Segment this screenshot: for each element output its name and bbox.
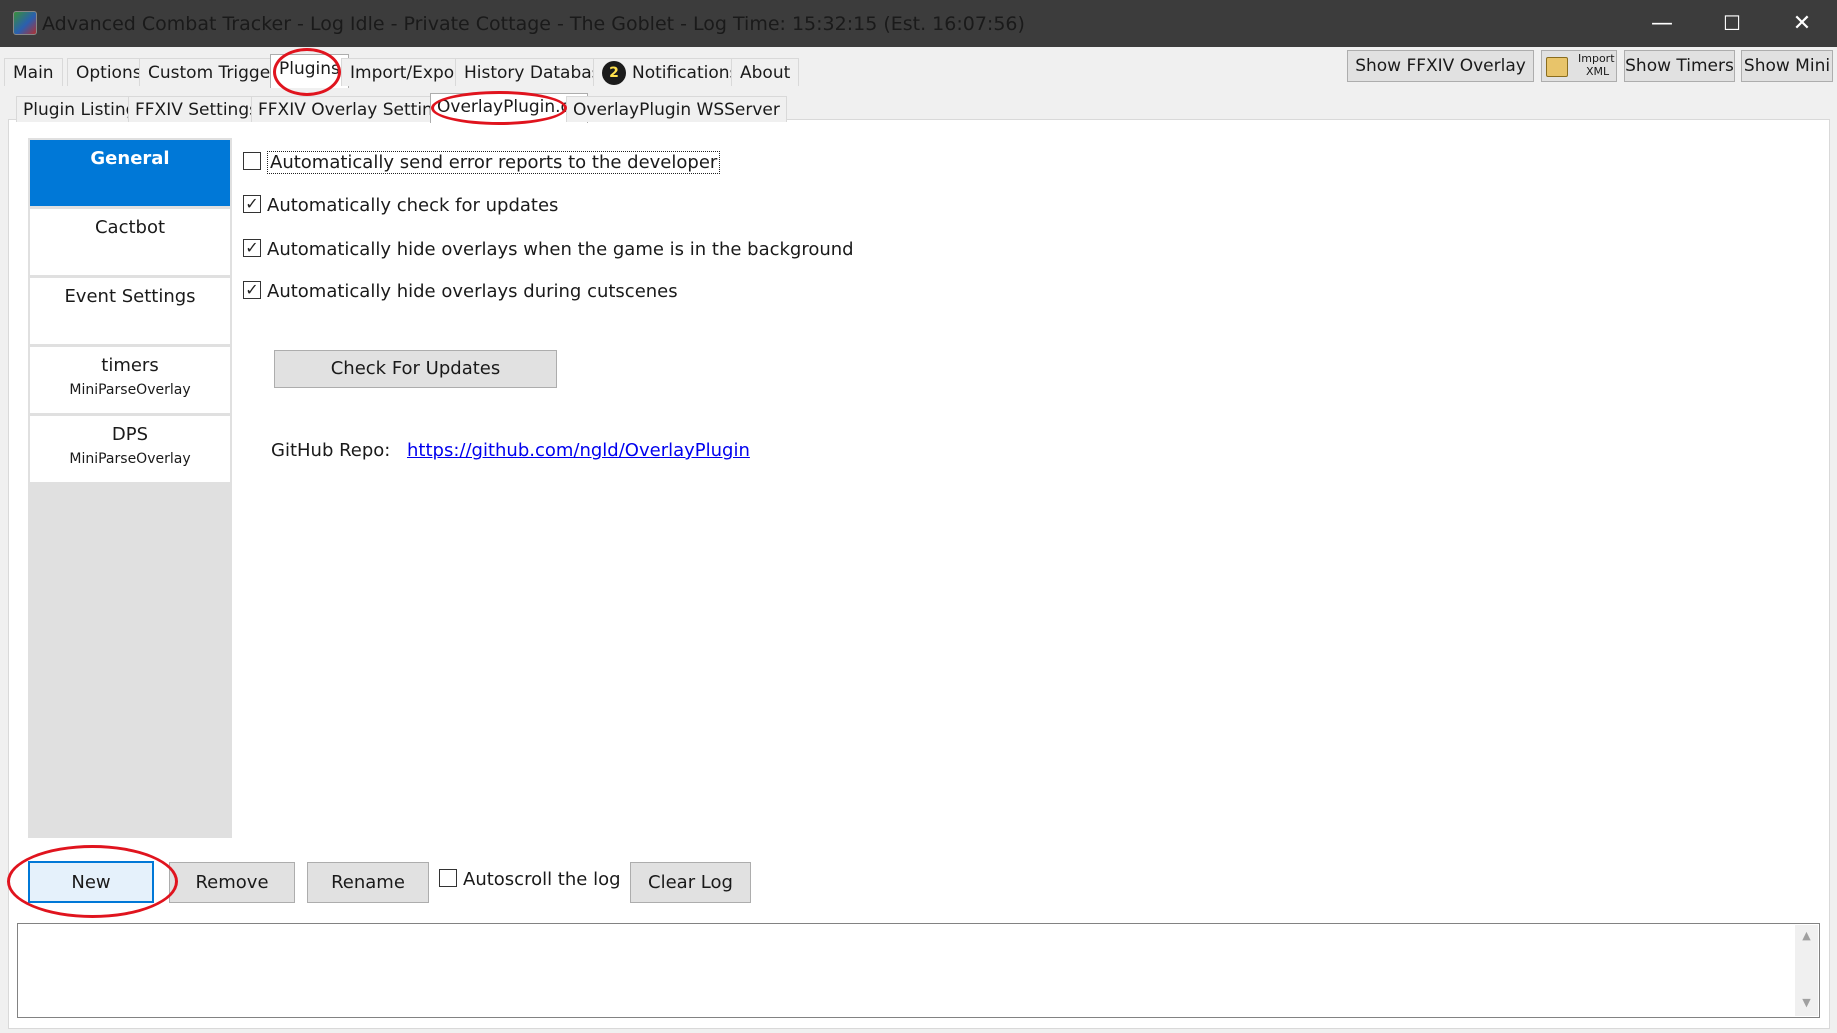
tab-about[interactable]: About <box>731 58 800 86</box>
error-reports-checkbox[interactable] <box>243 152 261 170</box>
hide-cutscenes-label: Automatically hide overlays during cutsc… <box>267 281 678 302</box>
tab-notifications-label: Notifications <box>632 63 739 83</box>
annotation-ring-new <box>7 845 178 918</box>
check-for-updates-button[interactable]: Check For Updates <box>274 350 557 388</box>
overlay-item-type: MiniParseOverlay <box>69 451 191 467</box>
overlay-item-event-settings[interactable]: Event Settings <box>30 278 230 344</box>
check-updates-checkbox[interactable]: ✓ <box>243 195 261 213</box>
hide-cutscenes-option[interactable]: ✓ Automatically hide overlays during cuts… <box>243 279 678 305</box>
check-updates-option[interactable]: ✓ Automatically check for updates <box>243 193 558 219</box>
app-icon <box>13 11 37 35</box>
overlay-item-dps[interactable]: DPS MiniParseOverlay <box>30 416 230 482</box>
maximize-icon[interactable]: ☐ <box>1697 0 1767 47</box>
overlay-item-timers[interactable]: timers MiniParseOverlay <box>30 347 230 413</box>
minimize-icon[interactable]: — <box>1627 0 1697 47</box>
show-ffxiv-overlay-button[interactable]: Show FFXIV Overlay <box>1347 50 1534 82</box>
overlay-item-cactbot[interactable]: Cactbot <box>30 209 230 275</box>
clipboard-icon <box>1546 57 1568 77</box>
rename-overlay-button[interactable]: Rename <box>307 862 429 903</box>
tab-notifications[interactable]: 2 Notifications <box>593 58 748 86</box>
github-repo-link[interactable]: https://github.com/ngld/OverlayPlugin <box>407 438 750 464</box>
tab-overlayplugin-wsserver[interactable]: OverlayPlugin WSServer <box>566 96 787 122</box>
autoscroll-option[interactable]: Autoscroll the log <box>439 867 621 893</box>
log-textarea[interactable] <box>17 923 1820 1018</box>
autoscroll-label: Autoscroll the log <box>463 869 621 890</box>
tab-ffxiv-overlay-settings[interactable]: FFXIV Overlay Settings <box>251 96 460 122</box>
close-icon[interactable]: ✕ <box>1767 0 1837 47</box>
clear-log-button[interactable]: Clear Log <box>630 862 751 903</box>
overlay-item-name: General <box>90 148 170 169</box>
overlay-item-general[interactable]: General <box>30 140 230 206</box>
scroll-up-icon[interactable]: ▲ <box>1795 929 1818 942</box>
tab-main[interactable]: Main <box>4 58 63 86</box>
notification-count-badge: 2 <box>602 61 626 85</box>
remove-overlay-button[interactable]: Remove <box>169 862 295 903</box>
tab-ffxiv-settings[interactable]: FFXIV Settings <box>128 96 265 122</box>
autoscroll-checkbox[interactable] <box>439 869 457 887</box>
tab-plugin-listing[interactable]: Plugin Listing <box>16 96 144 122</box>
overlay-item-name: Cactbot <box>94 217 166 238</box>
error-reports-option[interactable]: Automatically send error reports to the … <box>243 150 721 176</box>
import-xml-label-top: Import <box>1578 52 1615 65</box>
annotation-ring-plugins <box>273 48 341 96</box>
hide-background-label: Automatically hide overlays when the gam… <box>267 239 854 260</box>
log-scrollbar[interactable]: ▲ ▼ <box>1795 925 1818 1016</box>
show-mini-button[interactable]: Show Mini <box>1741 50 1833 82</box>
hide-background-checkbox[interactable]: ✓ <box>243 239 261 257</box>
check-updates-label: Automatically check for updates <box>267 195 559 216</box>
show-timers-button[interactable]: Show Timers <box>1624 50 1735 82</box>
overlay-item-type: MiniParseOverlay <box>69 382 191 398</box>
annotation-ring-overlayplugin <box>431 91 567 125</box>
overlay-item-name: Event Settings <box>64 286 196 307</box>
import-xml-label-bottom: XML <box>1586 65 1610 78</box>
github-repo-label: GitHub Repo: <box>271 440 391 461</box>
hide-cutscenes-checkbox[interactable]: ✓ <box>243 281 261 299</box>
hide-background-option[interactable]: ✓ Automatically hide overlays when the ga… <box>243 237 854 263</box>
overlay-item-name: DPS <box>111 424 149 445</box>
error-reports-label: Automatically send error reports to the … <box>267 151 721 174</box>
overlay-item-name: timers <box>101 355 159 376</box>
import-xml-button[interactable]: Import XML <box>1541 50 1617 82</box>
scroll-down-icon[interactable]: ▼ <box>1795 996 1818 1009</box>
window-title: Advanced Combat Tracker - Log Idle - Pri… <box>42 13 1025 35</box>
